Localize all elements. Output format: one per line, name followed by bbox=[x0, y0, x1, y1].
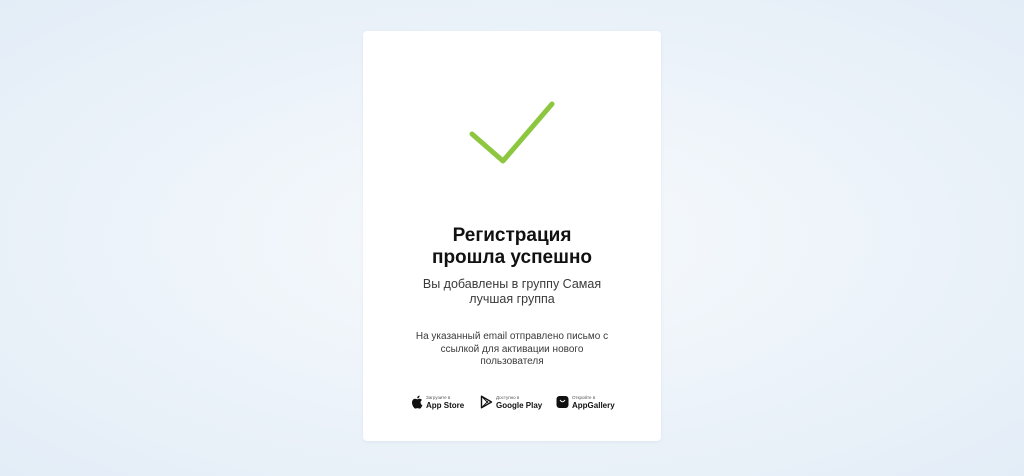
checkmark-icon bbox=[469, 101, 555, 164]
store-label: Google Play bbox=[496, 401, 543, 410]
google-play-link[interactable]: Доступно в Google Play bbox=[480, 394, 544, 412]
app-store-links: Загрузите в App Store Доступно в Google … bbox=[363, 394, 661, 412]
app-store-link[interactable]: Загрузите в App Store bbox=[410, 394, 466, 412]
group-added-message: Вы добавлены в группу Самая лучшая групп… bbox=[413, 277, 611, 306]
title-line: Регистрация bbox=[452, 225, 572, 246]
store-label: AppGallery bbox=[572, 401, 615, 410]
apple-icon bbox=[412, 395, 423, 409]
note-line: пользователя bbox=[480, 356, 544, 367]
note-line: ссылкой для активации нового bbox=[440, 343, 584, 355]
google-play-icon bbox=[480, 395, 493, 409]
appgallery-link[interactable]: Откройте в AppGallery bbox=[556, 394, 616, 412]
page-title: Регистрация прошла успешно bbox=[363, 225, 661, 269]
store-label: App Store bbox=[426, 401, 465, 410]
subtitle-line: Вы добавлены в группу Самая bbox=[422, 277, 602, 291]
store-caption: Откройте в bbox=[572, 395, 596, 400]
note-line: На указанный email отправлено письмо с bbox=[415, 331, 609, 342]
appgallery-icon bbox=[556, 396, 569, 408]
store-caption: Загрузите в bbox=[426, 395, 451, 400]
store-caption: Доступно в bbox=[496, 395, 520, 400]
subtitle-line: лучшая группа bbox=[469, 291, 555, 306]
activation-email-note: На указанный email отправлено письмо с с… bbox=[405, 331, 619, 369]
title-line: прошла успешно bbox=[431, 247, 593, 268]
